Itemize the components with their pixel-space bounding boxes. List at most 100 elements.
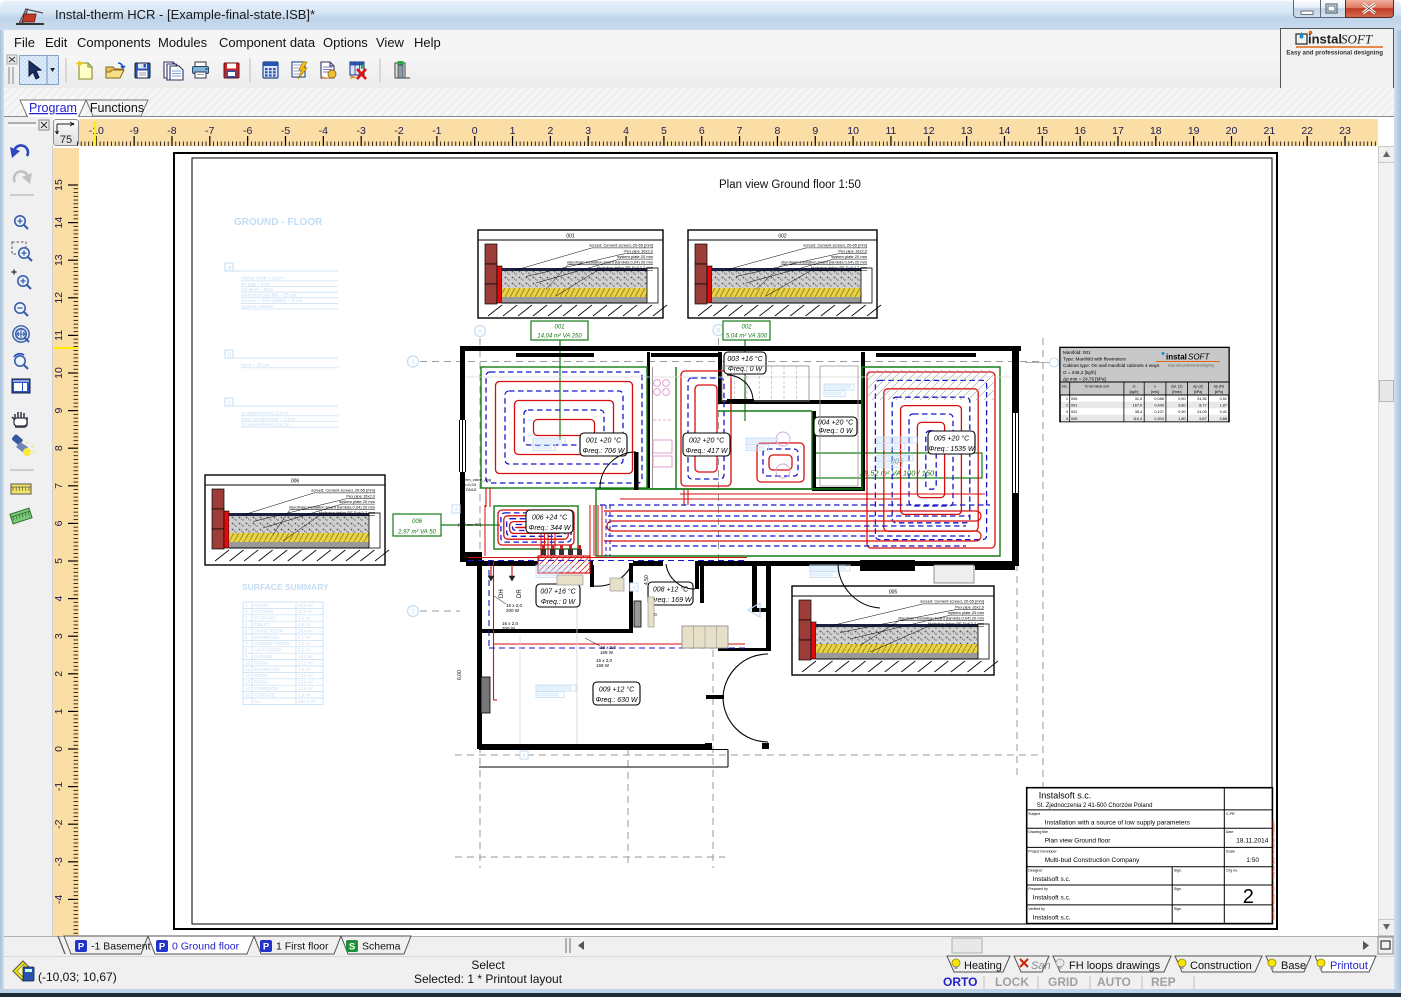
svg-text:A: A bbox=[478, 330, 482, 336]
svg-text:Sign.: Sign. bbox=[1174, 907, 1182, 911]
svg-text:Plan view Ground floor: Plan view Ground floor bbox=[1045, 838, 1112, 845]
svg-text:ROOM: ROOM bbox=[254, 660, 268, 665]
svg-text:B: B bbox=[716, 329, 720, 335]
svg-text:15,5 m²: 15,5 m² bbox=[298, 603, 313, 608]
svg-text:002 +20 °C: 002 +20 °C bbox=[689, 436, 725, 444]
svg-text:3,80: 3,80 bbox=[1178, 404, 1185, 408]
svg-text:REP: REP bbox=[1151, 975, 1176, 989]
svg-text:Heating: Heating bbox=[964, 960, 1002, 972]
svg-text:[l/min]: [l/min] bbox=[1172, 390, 1182, 394]
svg-text:Easy and professional designin: Easy and professional designing bbox=[1286, 50, 1383, 57]
svg-text:screed: Cement screed, 20-65 [: screed: Cement screed, 20-65 [mm] bbox=[589, 243, 653, 248]
svg-text:0 Ground floor: 0 Ground floor bbox=[172, 941, 240, 953]
svg-text:0,088: 0,088 bbox=[1154, 397, 1164, 401]
svg-text:ORTO: ORTO bbox=[943, 975, 977, 989]
svg-text:001 +20 °C: 001 +20 °C bbox=[586, 436, 622, 444]
svg-text:0,50: 0,50 bbox=[1178, 397, 1185, 401]
svg-text:screed: Cement screed, 20-65 [: screed: Cement screed, 20-65 [mm] bbox=[311, 488, 375, 493]
svg-text:styrofoam insulation board (la: styrofoam insulation board (lambda 0,04)… bbox=[898, 616, 985, 621]
svg-text:SOFT: SOFT bbox=[1341, 32, 1373, 47]
svg-text:Φreq.: 706 W: Φreq.: 706 W bbox=[582, 448, 625, 455]
svg-text:instal: instal bbox=[1166, 353, 1187, 362]
svg-text:Φreq.: 1535 W: Φreq.: 1535 W bbox=[929, 446, 976, 453]
svg-text:Multi-bud Construction Company: Multi-bud Construction Company bbox=[1045, 857, 1140, 864]
svg-text:Instalsoft s.c.: Instalsoft s.c. bbox=[1039, 791, 1092, 801]
svg-text:005 +20 °C: 005 +20 °C bbox=[934, 434, 970, 442]
svg-text:15: 15 bbox=[245, 692, 250, 697]
svg-text:P: P bbox=[78, 942, 85, 953]
svg-text:INSTAL-THERM HCR 4 + INSTAL-SA: INSTAL-THERM HCR 4 + INSTAL-SAN T 4; lic… bbox=[1272, 821, 1276, 920]
svg-text:110,4: 110,4 bbox=[1133, 417, 1142, 421]
svg-text:2,9 m²: 2,9 m² bbox=[298, 616, 311, 621]
svg-text:DH: DH bbox=[499, 589, 505, 598]
svg-text:31,6: 31,6 bbox=[1135, 397, 1142, 401]
svg-text:Zal. (Z): Zal. (Z) bbox=[1171, 385, 1183, 389]
svg-text:St. Zjednoczenia 2 41-500 Chor: St. Zjednoczenia 2 41-500 Chorzów Poland bbox=[1037, 803, 1153, 809]
svg-text:3: 3 bbox=[1066, 410, 1068, 414]
svg-text:8,77: 8,77 bbox=[1199, 404, 1206, 408]
svg-text:169 W: 169 W bbox=[600, 650, 614, 655]
svg-text:6,00: 6,00 bbox=[457, 670, 463, 680]
svg-text:STORAGE: STORAGE bbox=[254, 616, 275, 621]
svg-text:G: G bbox=[1133, 385, 1136, 389]
svg-text:C-PR: C-PR bbox=[1226, 812, 1235, 816]
svg-text:Φreq.: 0 W: Φreq.: 0 W bbox=[818, 428, 854, 435]
svg-text:11: 11 bbox=[245, 667, 250, 672]
svg-text:13: 13 bbox=[245, 680, 250, 685]
svg-text:c: c bbox=[228, 401, 231, 407]
svg-text:system plate 20 mm: system plate 20 mm bbox=[948, 610, 984, 615]
svg-text:75: 75 bbox=[60, 134, 72, 146]
svg-text:1:50: 1:50 bbox=[1246, 857, 1259, 864]
svg-text:DR: DR bbox=[517, 589, 523, 598]
svg-text:4,9 m²: 4,9 m² bbox=[298, 622, 311, 627]
svg-text:153,4 m²: 153,4 m² bbox=[298, 699, 316, 704]
svg-text:006: 006 bbox=[1071, 397, 1077, 401]
svg-text:Base: Base bbox=[1281, 960, 1306, 972]
svg-text:Drawing title: Drawing title bbox=[1028, 830, 1048, 834]
svg-text:Manifold: 001: Manifold: 001 bbox=[1063, 350, 1091, 355]
svg-text:2,97 m² VA 50: 2,97 m² VA 50 bbox=[397, 530, 436, 536]
svg-text:FH loops drawings: FH loops drawings bbox=[1069, 960, 1161, 972]
svg-text:4: 4 bbox=[1066, 417, 1068, 421]
svg-text:Plan view Ground floor 1:50: Plan view Ground floor 1:50 bbox=[719, 179, 861, 191]
svg-text:Φreq.: 0 W: Φreq.: 0 W bbox=[728, 366, 764, 373]
svg-text:10: 10 bbox=[245, 660, 250, 665]
svg-text:system plate 20 mm: system plate 20 mm bbox=[831, 254, 867, 259]
svg-text:ALL: ALL bbox=[254, 699, 262, 704]
svg-text:P: P bbox=[263, 942, 270, 953]
svg-text:ROOM: ROOM bbox=[254, 680, 268, 685]
svg-text:Subject: Subject bbox=[1028, 812, 1040, 816]
svg-text:[100 mm PE]: [100 mm PE] bbox=[458, 522, 481, 527]
svg-text:GARAGE: GARAGE bbox=[254, 654, 273, 659]
svg-text:4,50: 4,50 bbox=[644, 575, 650, 585]
svg-text:2: 2 bbox=[1066, 404, 1068, 408]
svg-text:Φreq.: 344 W: Φreq.: 344 W bbox=[528, 525, 571, 532]
svg-text:004 +20 °C: 004 +20 °C bbox=[818, 418, 854, 426]
svg-text:Project Developer: Project Developer bbox=[1028, 849, 1057, 853]
svg-text:styrofoam insulation board (la: styrofoam insulation board (lambda 0,04)… bbox=[567, 260, 654, 265]
svg-text:Φreq.: 630 W: Φreq.: 630 W bbox=[595, 697, 638, 704]
svg-text:9,87: 9,87 bbox=[1199, 417, 1206, 421]
svg-text:29,4 m²: 29,4 m² bbox=[298, 628, 313, 633]
svg-text:system plate 20 mm: system plate 20 mm bbox=[617, 254, 653, 259]
svg-text:Hydroinsulation PE-Foil 0,2 mm: Hydroinsulation PE-Foil 0,2 mm bbox=[319, 510, 376, 515]
svg-text:0,52: 0,52 bbox=[1220, 397, 1227, 401]
svg-text:G = 346,2 [kg/h]: G = 346,2 [kg/h] bbox=[1063, 370, 1096, 375]
svg-text:Scale: Scale bbox=[1226, 849, 1235, 853]
svg-text:system plate 20 mm: system plate 20 mm bbox=[339, 499, 375, 504]
svg-text:002: 002 bbox=[1071, 410, 1077, 414]
svg-text:Sign.: Sign. bbox=[1174, 869, 1182, 873]
svg-text:14: 14 bbox=[245, 686, 250, 691]
svg-text:KITCHEN: KITCHEN bbox=[254, 609, 273, 614]
svg-text:2,9 m²: 2,9 m² bbox=[298, 692, 311, 697]
svg-text:1,87: 1,87 bbox=[1220, 404, 1227, 408]
svg-text:TERRACE: TERRACE bbox=[254, 692, 275, 697]
svg-text:Pex pipe 16x2,0: Pex pipe 16x2,0 bbox=[955, 604, 984, 609]
svg-text:Instalsoft s.c.: Instalsoft s.c. bbox=[1033, 895, 1071, 902]
svg-text:v: v bbox=[1154, 385, 1156, 389]
svg-text:12: 12 bbox=[245, 673, 250, 678]
svg-text:No.: No. bbox=[1062, 385, 1068, 389]
svg-text:Drg no.: Drg no. bbox=[1226, 869, 1238, 873]
svg-text:006: 006 bbox=[291, 479, 300, 485]
svg-text:Instalsoft s.c.: Instalsoft s.c. bbox=[1033, 914, 1071, 921]
